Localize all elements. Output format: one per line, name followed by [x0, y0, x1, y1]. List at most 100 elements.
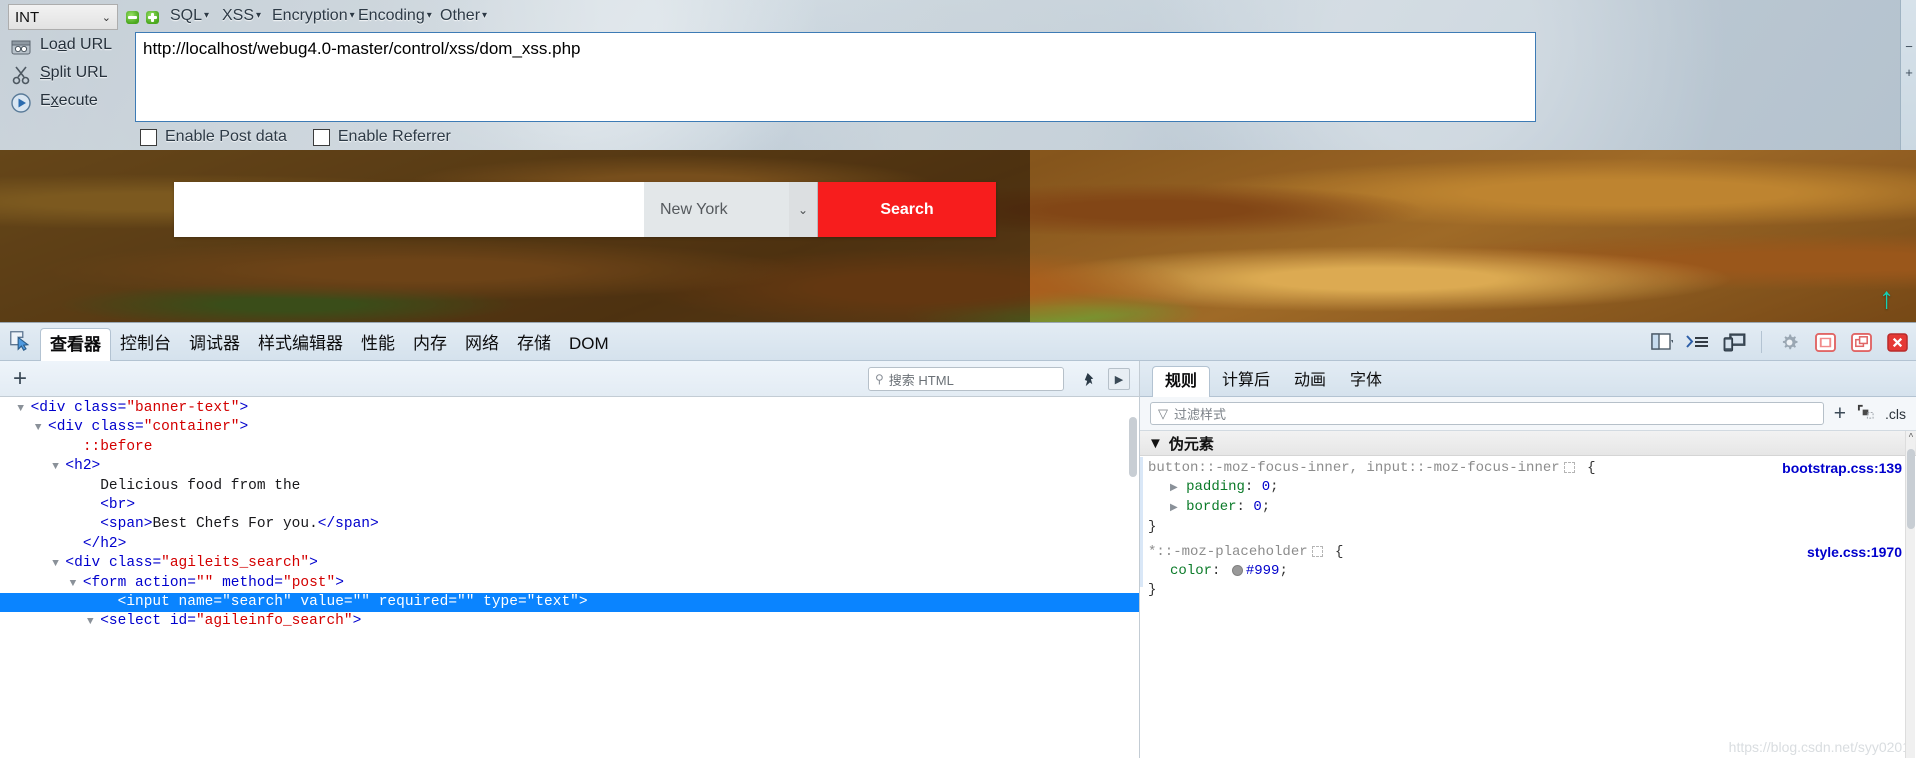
add-tab-button[interactable] — [146, 11, 159, 24]
tree-token-tag: > — [239, 400, 249, 416]
rule-selector[interactable]: *::-moz-placeholder — [1148, 544, 1308, 560]
search-button[interactable]: Search — [818, 182, 996, 237]
close-devtools-icon[interactable] — [1884, 329, 1910, 355]
tab-console[interactable]: 控制台 — [111, 328, 180, 360]
scroll-to-top-icon[interactable]: ↑ — [1879, 284, 1894, 314]
rule-source-link[interactable]: style.css:1970 — [1807, 543, 1902, 562]
menu-encryption[interactable]: Encryption ▾ — [272, 7, 355, 25]
rule-toggle-icon[interactable] — [1563, 461, 1575, 473]
twisty-icon[interactable]: ▼ — [52, 558, 65, 570]
markup-tree-node[interactable]: ▼ <div class="banner-text"> — [0, 399, 1139, 418]
settings-gear-icon[interactable] — [1776, 329, 1802, 355]
html-search-input[interactable]: ⚲ 搜索 HTML — [868, 367, 1064, 391]
rule-selector[interactable]: button::-moz-focus-inner, input::-moz-fo… — [1148, 460, 1560, 476]
tab-computed[interactable]: 计算后 — [1210, 366, 1282, 396]
split-console-layout-icon[interactable] — [1649, 329, 1675, 355]
declaration-property[interactable]: border — [1186, 499, 1236, 515]
scrollbar-up-icon[interactable]: ^ — [1906, 432, 1916, 442]
color-swatch-icon[interactable] — [1231, 564, 1243, 576]
separate-window-icon[interactable] — [1848, 329, 1874, 355]
enable-post-data-checkbox[interactable]: Enable Post data — [140, 128, 287, 146]
tab-rules[interactable]: 规则 — [1152, 366, 1211, 397]
scroll-up-icon[interactable]: − — [1901, 38, 1916, 56]
declaration-value[interactable]: 0 — [1262, 479, 1270, 495]
markup-tree-node[interactable]: ▼ <h2> — [0, 457, 1139, 476]
twisty-icon[interactable]: ▼ — [70, 578, 83, 590]
type-select[interactable]: INT ⌄ — [8, 4, 118, 30]
twisty-icon[interactable]: ▼ — [87, 616, 100, 628]
split-url-button[interactable]: Split URL — [40, 64, 108, 82]
markup-tree-node[interactable]: ▼ <div class="agileits_search"> — [0, 554, 1139, 573]
checkbox-box[interactable] — [312, 128, 330, 146]
markup-tree-node[interactable]: Delicious food from the — [0, 477, 1139, 496]
rule-toggle-icon[interactable] — [1311, 545, 1323, 557]
expander-icon[interactable]: ▶ — [1170, 503, 1178, 514]
markup-tree-node[interactable]: <input name="search" value="" required="… — [0, 592, 1139, 613]
twisty-icon[interactable]: ▼ — [17, 403, 30, 415]
tree-token-tag: <form — [82, 574, 136, 591]
css-rule-block[interactable]: style.css:1970 *::-moz-placeholder { col… — [1140, 540, 1916, 603]
url-input[interactable]: http://localhost/webug4.0-master/control… — [135, 32, 1536, 122]
markup-tree-node[interactable]: ::before — [0, 438, 1139, 457]
declaration-value[interactable]: 0 — [1253, 499, 1261, 515]
responsive-design-mode-icon[interactable] — [1721, 329, 1747, 355]
split-console-icon[interactable] — [1685, 329, 1711, 355]
markup-tree-node[interactable]: ▼ <select id="agileinfo_search"> — [0, 612, 1139, 631]
tab-inspector[interactable]: 查看器 — [40, 328, 111, 361]
load-url-button[interactable]: Load URL — [40, 36, 112, 54]
declaration-property[interactable]: padding — [1186, 479, 1245, 495]
markup-tree-node[interactable]: ▼ <form action="" method="post"> — [0, 574, 1139, 593]
declaration-value[interactable]: #999 — [1246, 563, 1280, 579]
devtools-panel: 查看器 控制台 调试器 样式编辑器 性能 内存 网络 存储 DOM + ⚲ 搜索… — [0, 322, 1916, 758]
execute-button[interactable]: Execute — [40, 92, 98, 110]
add-new-node-button[interactable]: + — [13, 366, 27, 391]
menu-xss[interactable]: XSS ▾ — [222, 7, 261, 25]
scroll-down-icon[interactable]: + — [1901, 64, 1916, 82]
tab-performance[interactable]: 性能 — [352, 328, 404, 360]
markup-scrollbar[interactable] — [1129, 417, 1137, 477]
enable-referrer-checkbox[interactable]: Enable Referrer — [312, 128, 451, 146]
element-picker-icon[interactable] — [0, 322, 40, 360]
markup-tree-node[interactable]: </h2> — [0, 535, 1139, 554]
menu-other[interactable]: Other ▾ — [440, 7, 487, 25]
add-new-rule-button[interactable]: + — [1834, 403, 1846, 424]
tab-animations[interactable]: 动画 — [1282, 366, 1338, 396]
play-icon[interactable]: ▶ — [1108, 368, 1130, 390]
menu-sql[interactable]: SQL ▾ — [170, 7, 209, 25]
tree-token-attr: type= — [474, 593, 527, 610]
tree-token-tag: <h2> — [65, 458, 101, 475]
rules-scrollbar[interactable]: ^ — [1905, 431, 1915, 758]
tab-fonts[interactable]: 字体 — [1338, 366, 1394, 396]
remove-tab-button[interactable] — [126, 11, 139, 24]
declaration-property[interactable]: color — [1170, 563, 1212, 579]
filter-styles-input[interactable]: ▽ 过滤样式 — [1150, 402, 1824, 425]
tab-style-editor[interactable]: 样式编辑器 — [249, 328, 352, 360]
css-rule-block[interactable]: bootstrap.css:139 button::-moz-focus-inn… — [1140, 456, 1916, 540]
pin-icon[interactable] — [1078, 368, 1100, 390]
pseudo-class-icon[interactable] — [1856, 403, 1875, 425]
tab-storage[interactable]: 存储 — [508, 328, 560, 360]
dock-to-side-icon[interactable] — [1812, 329, 1838, 355]
rule-source-link[interactable]: bootstrap.css:139 — [1782, 459, 1902, 478]
twisty-icon[interactable]: ▼ — [1148, 435, 1163, 452]
markup-tree-node[interactable]: <span>Best Chefs For you.</span> — [0, 515, 1139, 534]
chevron-down-icon[interactable]: ⌄ — [789, 182, 817, 237]
markup-tree-node[interactable]: ▼ <div class="container"> — [0, 418, 1139, 437]
scrollbar-thumb[interactable] — [1907, 449, 1915, 529]
twisty-icon[interactable]: ▼ — [35, 422, 48, 434]
twisty-icon[interactable]: ▼ — [52, 461, 65, 473]
markup-tree-node[interactable]: <br> — [0, 496, 1139, 515]
markup-tree[interactable]: ▼ <div class="banner-text"> ▼ <div class… — [0, 397, 1139, 758]
tab-dom[interactable]: DOM — [560, 328, 618, 360]
city-select[interactable]: New York ⌄ — [644, 182, 818, 237]
menu-encoding[interactable]: Encoding ▾ — [358, 7, 432, 25]
toggle-classes-button[interactable]: .cls — [1885, 406, 1906, 422]
pseudo-elements-section-header[interactable]: ▼ 伪元素 — [1140, 431, 1916, 456]
tab-debugger[interactable]: 调试器 — [180, 328, 249, 360]
expander-icon[interactable]: ▶ — [1170, 483, 1178, 494]
tab-network[interactable]: 网络 — [456, 328, 508, 360]
checkbox-box[interactable] — [140, 128, 157, 146]
tab-memory[interactable]: 内存 — [404, 328, 456, 360]
search-input[interactable] — [174, 182, 644, 237]
